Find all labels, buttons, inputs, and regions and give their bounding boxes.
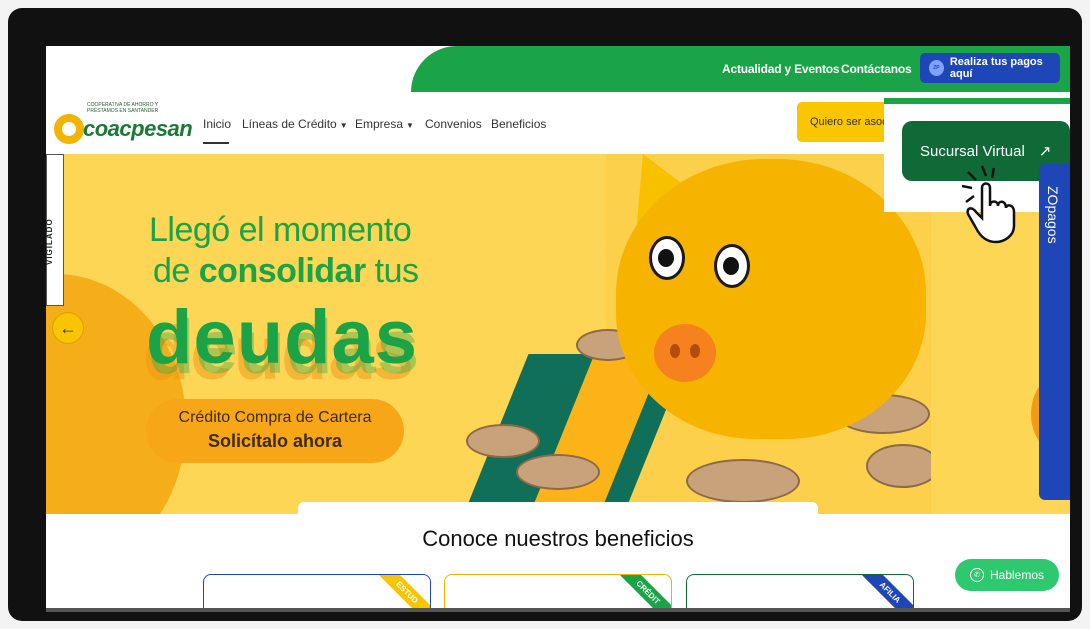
coin-image	[866, 444, 940, 488]
headline-suffix: tus	[365, 252, 419, 290]
benefit-card[interactable]: AFILIA	[686, 574, 914, 612]
link-contactanos[interactable]: Contáctanos	[841, 62, 912, 76]
piggy-bank-image	[616, 159, 926, 439]
carousel-prev-button[interactable]: ←	[52, 312, 84, 344]
zonapagos-icon: ZP	[929, 60, 944, 76]
logo-tagline: COOPERATIVA DE AHORRO Y PRÉSTAMOS EN SAN…	[87, 102, 159, 114]
top-bar: Actualidad y Eventos Contáctanos ZP Real…	[46, 46, 1070, 92]
vigilado-text: VIGILADO	[46, 218, 54, 265]
zpagos-label: ZOpagos	[1045, 186, 1061, 244]
pointer-hand-icon	[961, 165, 1016, 244]
card-ribbon: ESTUD	[369, 575, 430, 612]
card-ribbon: CRÉDIT	[610, 575, 671, 612]
card-ribbon: AFILIA	[852, 575, 913, 612]
logo-name: coacpesan	[83, 116, 193, 141]
coin-image	[466, 424, 540, 458]
arrow-left-icon: ←	[59, 317, 77, 338]
pay-online-button[interactable]: ZP Realiza tus pagos aquí	[920, 53, 1060, 83]
coin-image	[686, 459, 800, 503]
benefits-title: Conoce nuestros beneficios	[422, 526, 694, 551]
nav-empresa-label: Empresa	[355, 117, 404, 131]
coin-image	[516, 454, 600, 490]
cta-subtitle: Crédito Compra de Cartera	[178, 409, 372, 426]
sucursal-virtual-label: Sucursal Virtual	[920, 142, 1025, 160]
hero-headline-line1: Llegó el momento	[149, 211, 412, 249]
zpagos-side-tab[interactable]: ZOpagos	[1039, 164, 1070, 500]
link-actualidad-eventos[interactable]: Actualidad y Eventos	[722, 62, 840, 76]
cta-title: Solicítalo ahora	[207, 431, 343, 451]
browser-viewport: Actualidad y Eventos Contáctanos ZP Real…	[46, 46, 1070, 612]
nav-inicio[interactable]: Inicio	[203, 117, 231, 131]
device-frame: Actualidad y Eventos Contáctanos ZP Real…	[8, 8, 1082, 621]
pay-online-label: Realiza tus pagos aquí	[949, 56, 1043, 80]
chat-label: Hablemos	[989, 568, 1045, 582]
nav-active-indicator	[203, 142, 229, 144]
whatsapp-chat-button[interactable]: ✆ Hablemos	[955, 559, 1059, 591]
whatsapp-icon: ✆	[969, 568, 984, 582]
nav-beneficios[interactable]: Beneficios	[491, 117, 546, 131]
headline-prefix: de	[153, 252, 199, 290]
vigilado-badge: VIGILADO	[46, 154, 64, 306]
hero-big-word: deudas	[146, 295, 419, 380]
chevron-down-icon: ▼	[406, 121, 414, 130]
benefits-tab-strip	[298, 502, 818, 516]
hero-headline-line2: de consolidar tus	[153, 252, 419, 291]
headline-bold: consolidar	[198, 252, 366, 290]
nav-lineas-credito[interactable]: Líneas de Crédito ▼	[242, 117, 348, 131]
external-link-icon: ↗	[1038, 143, 1052, 160]
coacpesan-logo[interactable]: COOPERATIVA DE AHORRO Y PRÉSTAMOS EN SAN…	[54, 102, 193, 148]
benefit-card[interactable]: CRÉDIT	[444, 574, 672, 612]
logo-mark-icon	[54, 114, 84, 144]
benefit-card[interactable]: ESTUD	[203, 574, 431, 612]
piggy-snout	[654, 324, 716, 382]
chevron-down-icon: ▼	[339, 121, 348, 130]
nav-lineas-credito-label: Líneas de Crédito	[242, 117, 337, 131]
piggy-eye	[714, 244, 750, 288]
nav-empresa[interactable]: Empresa ▼	[355, 117, 414, 131]
piggy-eye	[649, 236, 685, 280]
horizontal-scrollbar[interactable]	[46, 608, 1070, 612]
hero-cta-button[interactable]: Crédito Compra de Cartera Solicítalo aho…	[146, 399, 404, 463]
nav-convenios[interactable]: Convenios	[425, 117, 482, 131]
